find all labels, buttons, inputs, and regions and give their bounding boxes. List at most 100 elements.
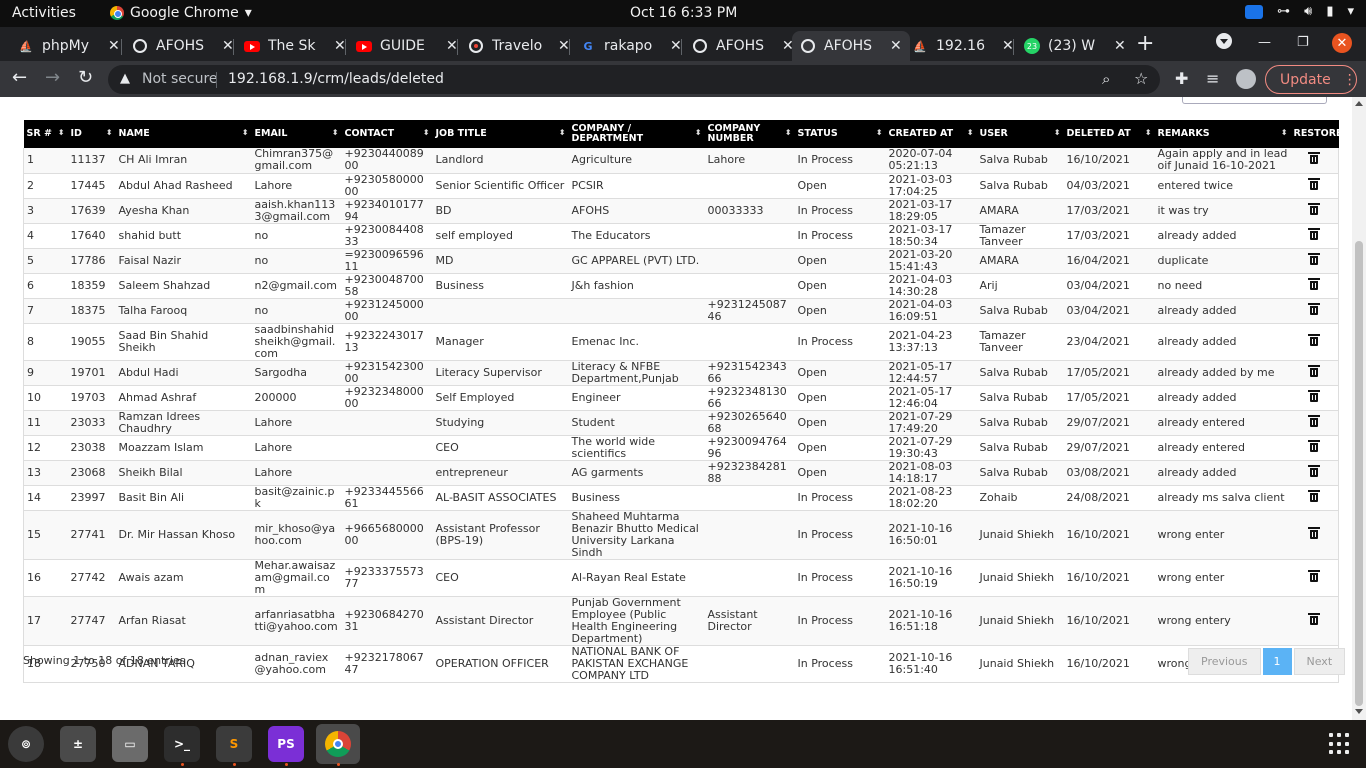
close-icon[interactable]: ✕ [108, 38, 120, 54]
activities-button[interactable]: Activities [12, 5, 76, 21]
sort-icon[interactable]: ⬍ [106, 128, 113, 138]
zoom-icon[interactable]: ⌕ [1102, 70, 1110, 88]
battery-icon[interactable]: ▮ [1326, 4, 1333, 19]
close-icon[interactable]: ✕ [334, 38, 346, 54]
tab-whatsapp[interactable]: 23 (23) W ✕ [1016, 31, 1134, 61]
sort-icon[interactable]: ⬍ [876, 128, 883, 138]
calculator-icon[interactable]: ± [60, 726, 96, 762]
column-header[interactable]: USER ⬍ [977, 120, 1064, 148]
column-header[interactable]: COMPANY NUMBER ⬍ [705, 120, 795, 148]
extensions-icon[interactable]: ✚ [1175, 69, 1188, 88]
column-header[interactable]: EMAIL ⬍ [252, 120, 342, 148]
folder-icon[interactable]: ▭ [112, 726, 148, 762]
close-icon[interactable]: ✕ [558, 38, 570, 54]
column-header[interactable]: CREATED AT ⬍ [886, 120, 977, 148]
sort-icon[interactable]: ⬍ [58, 128, 65, 138]
trash-icon[interactable] [1308, 177, 1321, 190]
column-header[interactable]: RESTORE [1291, 120, 1343, 148]
close-icon[interactable]: ✕ [670, 38, 682, 54]
reload-icon[interactable]: ↻ [78, 67, 93, 88]
sort-icon[interactable]: ⬍ [1281, 128, 1288, 138]
tab-phpmyadmin[interactable]: ⛵ phpMy ✕ [10, 31, 128, 61]
tab-search-icon[interactable] [1216, 33, 1232, 49]
close-icon[interactable]: ✕ [1114, 38, 1126, 54]
tab-google-rakapo[interactable]: G rakapo ✕ [572, 31, 690, 61]
system-tray[interactable]: ⊶ 🔊︎ ▮ ▾ [1245, 4, 1354, 19]
forward-arrow-icon[interactable]: → [45, 67, 60, 88]
sort-icon[interactable]: ⬍ [559, 128, 566, 138]
clock[interactable]: Oct 16 6:33 PM [630, 5, 737, 21]
scrollbar-thumb[interactable] [1355, 241, 1363, 706]
app-menu[interactable]: Google Chrome ▾ [110, 5, 252, 21]
trash-icon[interactable] [1308, 464, 1321, 477]
trash-icon[interactable] [1308, 439, 1321, 452]
sort-icon[interactable]: ⬍ [695, 128, 702, 138]
tab-afohs-active[interactable]: AFOHS ✕ [792, 31, 910, 61]
warning-icon[interactable]: ▲ [120, 71, 130, 86]
tab-afohs-1[interactable]: AFOHS ✕ [124, 31, 242, 61]
column-header[interactable]: COMPANY / DEPARTMENT ⬍ [569, 120, 705, 148]
column-header[interactable]: JOB TITLE ⬍ [433, 120, 569, 148]
next-page-button[interactable]: Next [1293, 648, 1346, 675]
media-control-icon[interactable]: ≡ [1206, 69, 1219, 88]
tab-travelo[interactable]: Travelo ✕ [460, 31, 578, 61]
column-header[interactable]: CONTACT ⬍ [342, 120, 433, 148]
close-icon[interactable]: ✕ [890, 38, 902, 54]
minimize-icon[interactable]: — [1258, 35, 1271, 50]
files-icon[interactable]: ⊚ [8, 726, 44, 762]
not-secure-label[interactable]: Not secure [142, 71, 218, 87]
trash-icon[interactable] [1308, 252, 1321, 265]
trash-icon[interactable] [1308, 302, 1321, 315]
column-header[interactable]: NAME ⬍ [116, 120, 252, 148]
tab-youtube-guide[interactable]: GUIDE ✕ [348, 31, 466, 61]
sublime-icon[interactable]: S [216, 726, 252, 762]
tab-youtube-sk[interactable]: The Sk ✕ [236, 31, 354, 61]
new-tab-plus-icon[interactable]: + [1136, 31, 1154, 56]
page-scrollbar[interactable] [1352, 97, 1366, 720]
trash-icon[interactable] [1308, 152, 1321, 165]
back-arrow-icon[interactable]: ← [12, 67, 27, 88]
column-header[interactable]: SR # ⬍ [24, 120, 68, 148]
trash-icon[interactable] [1308, 333, 1321, 346]
trash-icon[interactable] [1308, 612, 1321, 625]
previous-page-button[interactable]: Previous [1188, 648, 1261, 675]
sort-icon[interactable]: ⬍ [423, 128, 430, 138]
address-bar[interactable]: ▲ Not secure 192.168.1.9/crm/leads/delet… [108, 65, 1160, 94]
network-icon[interactable]: ⊶ [1277, 4, 1290, 19]
trash-icon[interactable] [1308, 569, 1321, 582]
trash-icon[interactable] [1308, 389, 1321, 402]
scroll-up-arrow-icon[interactable] [1355, 101, 1363, 106]
close-icon[interactable]: ✕ [446, 38, 458, 54]
trash-icon[interactable] [1308, 277, 1321, 290]
trash-icon[interactable] [1308, 364, 1321, 377]
close-icon[interactable]: ✕ [222, 38, 234, 54]
trash-icon[interactable] [1308, 526, 1321, 539]
tab-192-phpmyadmin[interactable]: ⛵ 192.16 ✕ [904, 31, 1022, 61]
bookmark-star-icon[interactable]: ☆ [1134, 69, 1148, 88]
tab-afohs-2[interactable]: AFOHS ✕ [684, 31, 802, 61]
column-header[interactable]: DELETED AT ⬍ [1064, 120, 1155, 148]
trash-icon[interactable] [1308, 202, 1321, 215]
teamviewer-icon[interactable] [1245, 4, 1264, 19]
window-close-icon[interactable]: ✕ [1332, 33, 1352, 53]
restore-icon[interactable]: ❐ [1297, 35, 1309, 50]
update-button[interactable]: Update ⋮ [1265, 65, 1357, 94]
show-applications-icon[interactable] [1329, 733, 1351, 755]
close-icon[interactable]: ✕ [1002, 38, 1014, 54]
sort-icon[interactable]: ⬍ [785, 128, 792, 138]
more-vert-icon[interactable]: ⋮ [1343, 72, 1357, 88]
trash-icon[interactable] [1308, 414, 1321, 427]
sort-icon[interactable]: ⬍ [1054, 128, 1061, 138]
scroll-down-arrow-icon[interactable] [1355, 709, 1363, 714]
chrome-dock-icon[interactable] [316, 724, 360, 764]
trash-icon[interactable] [1308, 227, 1321, 240]
sort-icon[interactable]: ⬍ [242, 128, 249, 138]
column-header[interactable]: REMARKS ⬍ [1155, 120, 1291, 148]
page-1-button[interactable]: 1 [1262, 648, 1292, 675]
table-search-input[interactable] [1182, 97, 1327, 104]
chevron-down-icon[interactable]: ▾ [1347, 4, 1354, 19]
column-header[interactable]: ID ⬍ [68, 120, 116, 148]
sort-icon[interactable]: ⬍ [332, 128, 339, 138]
phpstorm-icon[interactable]: PS [268, 726, 304, 762]
volume-icon[interactable]: 🔊︎ [1304, 4, 1312, 19]
